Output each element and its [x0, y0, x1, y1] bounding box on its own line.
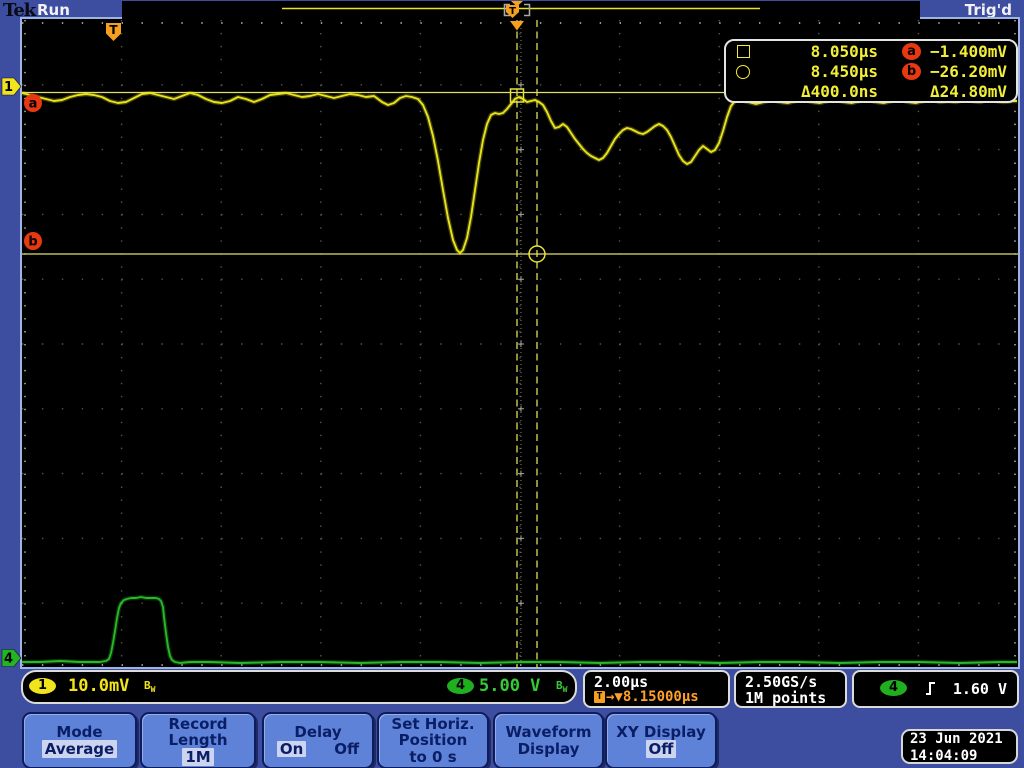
ch4-position-tag[interactable]	[2, 650, 21, 667]
menu-label: Set Horiz.	[391, 715, 474, 733]
cursor-b-time: 8.450µs	[760, 62, 878, 81]
menu-label: Average	[42, 740, 117, 758]
ch4-badge: 4	[447, 678, 474, 694]
record-trigger-t-label: T	[509, 6, 516, 17]
cursor-delta-time: Δ400.0ns	[726, 82, 878, 101]
ch1-position-tag[interactable]	[2, 78, 21, 95]
channel-status-box: 1 10.0mV BW 4 5.00 V BW	[21, 670, 577, 704]
menu-label: Off	[646, 740, 677, 758]
menu-option-on[interactable]: On	[277, 741, 306, 758]
cursor-b-voltage: −26.20mV	[921, 62, 1016, 81]
horizontal-status-box: 2.00µs T→▼8.15000µs	[583, 670, 730, 708]
ch4-scale[interactable]: 5.00 V	[479, 676, 540, 696]
record-trigger-arrow-icon	[511, 1, 523, 7]
delay-readout: T→▼8.15000µs	[594, 689, 699, 705]
menu-label: Delay	[294, 723, 341, 741]
trigger-level[interactable]: 1.60 V	[953, 680, 1007, 698]
cursor-row-a: 8.050µs a −1.400mV	[726, 42, 1016, 61]
menu-button-record-length[interactable]: RecordLength1M	[140, 712, 256, 768]
ch1-scale[interactable]: 10.0mV	[68, 676, 129, 696]
ch4-bandwidth-icon: BW	[556, 679, 567, 694]
menu-button-waveform-display[interactable]: WaveformDisplay	[493, 712, 604, 768]
datetime-box: 23 Jun 2021 14:04:09	[901, 729, 1018, 764]
oscilloscope-screen: Tek Run Trig'd TT14ab 8.050µs a −1.400mV…	[0, 0, 1024, 768]
ch4-position-tag-label: 4	[4, 652, 13, 667]
menu-label: Mode	[56, 723, 102, 741]
cursor-row-b: 8.450µs b −26.20mV	[726, 62, 1016, 81]
cursor-b-badge: b	[902, 63, 921, 80]
menu-label: Waveform	[506, 723, 592, 741]
trigger-source-badge: 4	[880, 680, 907, 696]
menu-label: Display	[518, 740, 580, 758]
graticule-frame	[20, 17, 1020, 669]
ch1-badge: 1	[29, 678, 56, 694]
menu-button-delay[interactable]: DelayOn Off	[262, 712, 374, 768]
trigger-status-box: 4 1.60 V	[852, 670, 1019, 708]
menu-button-xy-display[interactable]: XY DisplayOff	[605, 712, 717, 768]
menu-label: to 0 s	[409, 748, 456, 766]
ch1-position-tag-label: 1	[4, 80, 13, 95]
square-cursor-icon	[726, 45, 760, 58]
menu-button-set-horiz-position[interactable]: Set Horiz.Positionto 0 s	[377, 712, 489, 768]
delay-value: 8.15000µs	[623, 689, 699, 705]
cursor-delta-row: Δ400.0ns Δ24.80mV	[726, 82, 1016, 101]
trigger-icon: T	[594, 691, 605, 703]
cursor-a-voltage: −1.400mV	[921, 42, 1016, 61]
record-length: 1M points	[745, 689, 826, 707]
window-bracket-left	[505, 5, 511, 16]
menu-label: Length	[169, 731, 228, 749]
cursor-delta-voltage: Δ24.80mV	[878, 82, 1016, 101]
acquisition-status-box: 2.50GS/s 1M points	[734, 670, 847, 708]
time-label: 14:04:09	[910, 748, 1016, 765]
menu-label: Position	[399, 731, 468, 749]
rising-edge-icon	[924, 680, 938, 696]
cursor-a-time: 8.050µs	[760, 42, 878, 61]
ch1-bandwidth-icon: BW	[144, 679, 155, 694]
menu-label: XY Display	[616, 723, 706, 741]
cursor-readout-box: 8.050µs a −1.400mV 8.450µs b −26.20mV Δ4…	[724, 39, 1018, 103]
circle-cursor-icon	[726, 65, 760, 79]
menu-button-mode[interactable]: ModeAverage	[22, 712, 137, 768]
cursor-a-badge: a	[902, 43, 921, 60]
menu-label: Record	[168, 715, 227, 733]
date-label: 23 Jun 2021	[910, 731, 1016, 748]
menu-label: 1M	[182, 748, 213, 766]
window-bracket-right	[524, 5, 530, 16]
menu-option-off[interactable]: Off	[334, 741, 359, 758]
